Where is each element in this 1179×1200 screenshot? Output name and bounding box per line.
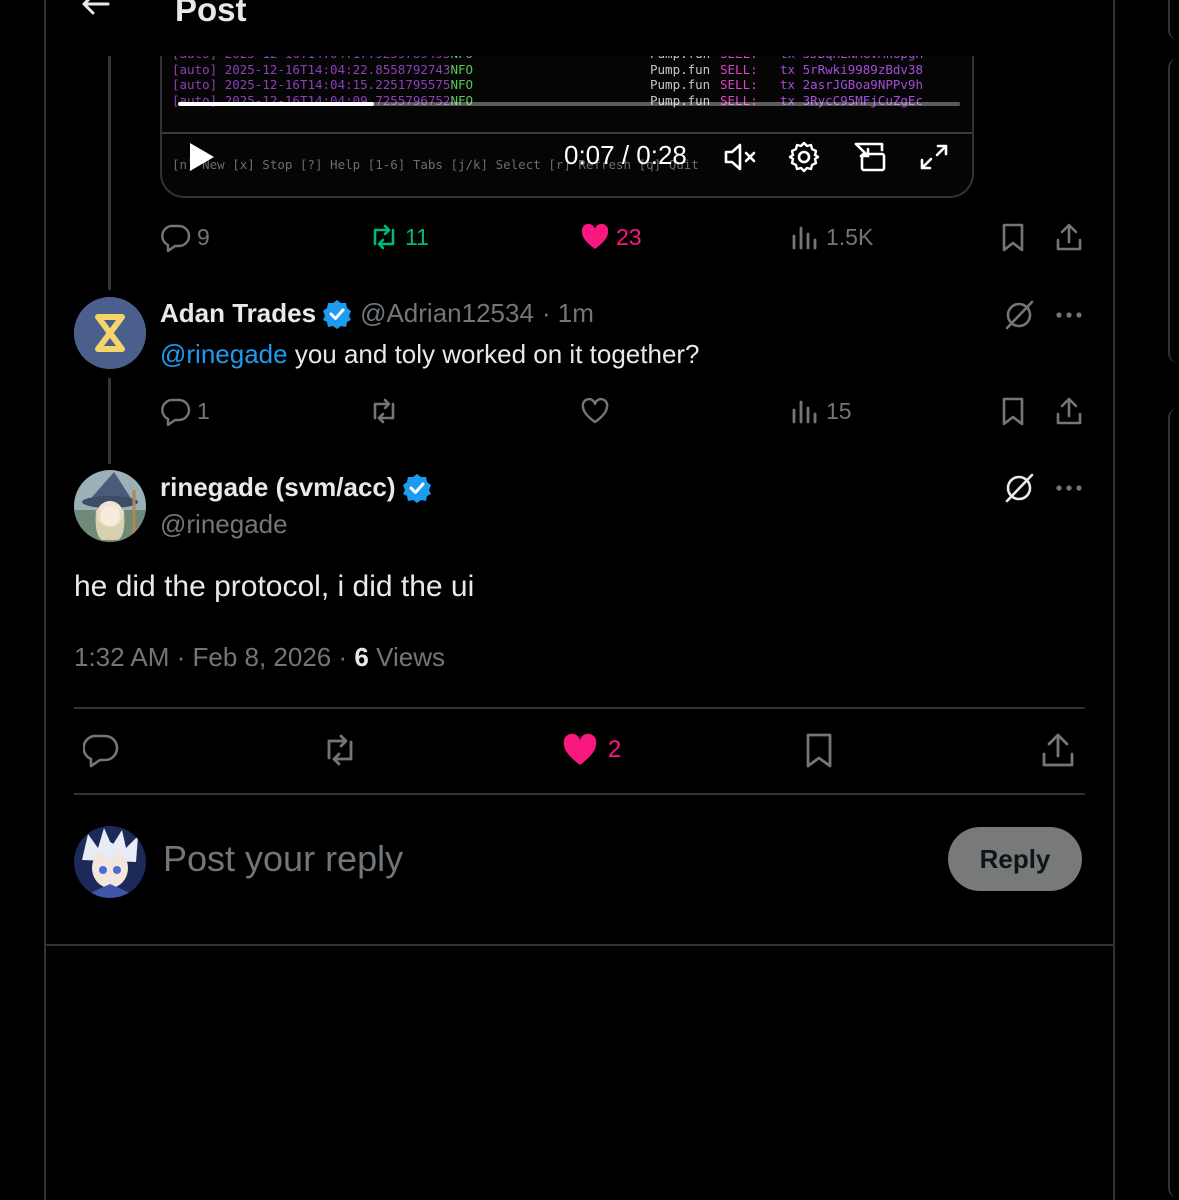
video-progress-bar[interactable] <box>178 102 960 106</box>
views-label: Views <box>368 642 445 672</box>
reply-action[interactable] <box>83 732 119 768</box>
sidebar-card-edge <box>1168 408 1179 1198</box>
reply-body: you and toly worked on it together? <box>287 339 700 369</box>
reply-post-text: @rinegade you and toly worked on it toge… <box>160 339 700 370</box>
avatar[interactable] <box>74 297 146 369</box>
grok-icon[interactable] <box>1002 471 1036 505</box>
reply-count: 9 <box>197 223 210 250</box>
hourglass-logo-icon <box>74 297 146 369</box>
like-count: 23 <box>616 223 642 250</box>
share-icon <box>1056 223 1082 251</box>
verified-badge-icon <box>402 473 431 503</box>
divider <box>46 944 1113 946</box>
video-time: 0:07 / 0:28 <box>564 140 687 170</box>
divider <box>74 707 1085 709</box>
reply-action[interactable]: 9 <box>161 222 210 252</box>
analytics-icon <box>792 226 817 250</box>
reply-input[interactable] <box>163 838 863 880</box>
views-count: 15 <box>826 397 852 424</box>
reply-button[interactable]: Reply <box>948 827 1082 891</box>
repost-icon <box>327 734 353 766</box>
share-icon <box>1056 397 1082 425</box>
picture-in-picture-icon[interactable] <box>852 140 888 174</box>
share-action[interactable] <box>1054 222 1084 252</box>
sidebar-card-edge <box>1168 0 1179 40</box>
share-action[interactable] <box>1040 732 1076 768</box>
like-count: 2 <box>608 736 622 763</box>
log-line: [auto] 2025-12-16T14:04:15.2251795575NFO… <box>172 77 923 92</box>
more-options-icon[interactable] <box>1054 300 1084 330</box>
thread-line <box>108 56 111 290</box>
repost-icon <box>373 224 395 250</box>
reply-author-line: Adan Trades @Adrian12534 · 1m <box>160 298 594 329</box>
reply-icon <box>161 224 191 252</box>
main-author-line: rinegade (svm/acc) <box>160 472 440 503</box>
mention-link[interactable]: @rinegade <box>160 339 288 369</box>
views-count: 1.5K <box>826 223 874 250</box>
repost-action[interactable] <box>369 396 399 426</box>
main-post-text: he did the protocol, i did the ui <box>74 570 475 603</box>
author-name[interactable]: rinegade (svm/acc) <box>160 472 396 503</box>
heart-filled-icon <box>581 223 609 249</box>
heart-icon <box>581 397 609 424</box>
repost-count: 11 <box>405 223 429 250</box>
bookmark-action[interactable] <box>801 732 837 768</box>
wizard-avatar-icon <box>74 470 146 542</box>
back-arrow-icon[interactable] <box>78 0 112 28</box>
reply-icon <box>161 398 191 426</box>
log-line: [auto] 2025-12-16T14:04:22.8558792743NFO… <box>172 61 923 77</box>
like-action[interactable]: 23 <box>580 222 642 252</box>
views-action[interactable]: 1.5K <box>790 222 873 252</box>
sidebar-card-edge <box>1168 58 1179 363</box>
video-player[interactable]: [auto] 2025-12-16T14:04:17.9259789495NFO… <box>160 40 974 198</box>
repost-action[interactable]: 11 <box>369 222 429 252</box>
play-icon[interactable] <box>186 140 218 174</box>
bookmark-action[interactable] <box>998 222 1028 252</box>
avatar[interactable] <box>74 470 146 542</box>
terminal-divider <box>162 132 972 134</box>
reply-action[interactable]: 1 <box>161 396 210 426</box>
views-action[interactable]: 15 <box>790 396 852 426</box>
post-time[interactable]: · 1m <box>542 298 594 329</box>
reply-count: 1 <box>197 397 210 424</box>
author-handle[interactable]: @Adrian12534 <box>360 298 534 329</box>
post-timestamp[interactable]: 1:32 AM · Feb 8, 2026 · <box>74 642 354 672</box>
mute-icon[interactable] <box>722 140 758 174</box>
page-title: Post <box>175 0 247 28</box>
user-avatar-icon <box>74 826 146 898</box>
fullscreen-icon[interactable] <box>916 140 952 174</box>
divider <box>74 793 1085 795</box>
bookmark-icon <box>1002 397 1024 426</box>
settings-icon[interactable] <box>786 140 822 174</box>
verified-badge-icon <box>323 299 352 329</box>
grok-icon[interactable] <box>1002 298 1036 332</box>
bookmark-icon <box>1002 223 1024 252</box>
thread-line <box>108 378 111 464</box>
repost-action[interactable] <box>322 732 358 768</box>
avatar[interactable] <box>74 826 146 898</box>
like-action[interactable] <box>580 396 610 426</box>
share-action[interactable] <box>1054 396 1084 426</box>
post-metadata: 1:32 AM · Feb 8, 2026 · 6 Views <box>74 642 445 673</box>
bookmark-action[interactable] <box>998 396 1028 426</box>
heart-filled-icon <box>563 733 597 765</box>
right-sidebar-edge <box>1168 0 1179 1200</box>
views-count: 6 <box>354 642 369 672</box>
repost-icon <box>373 398 395 424</box>
more-options-icon[interactable] <box>1054 473 1084 503</box>
share-icon <box>1042 733 1074 767</box>
reply-icon <box>83 734 119 768</box>
like-action[interactable]: 2 <box>562 732 621 768</box>
video-progress-fill <box>178 102 374 106</box>
author-handle[interactable]: @rinegade <box>160 509 288 540</box>
bookmark-icon <box>806 733 832 768</box>
author-name[interactable]: Adan Trades <box>160 298 316 329</box>
analytics-icon <box>792 400 817 424</box>
